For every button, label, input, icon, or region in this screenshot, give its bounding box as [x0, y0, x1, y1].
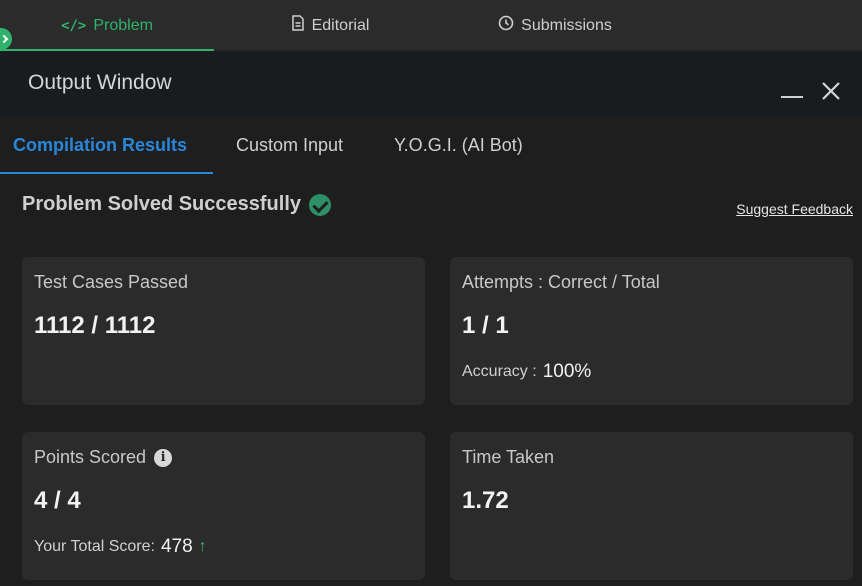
- arrow-up-icon: ↑: [198, 538, 207, 555]
- attempts-label: Attempts : Correct / Total: [462, 272, 660, 292]
- accuracy-row: Accuracy : 100%: [462, 361, 591, 383]
- minimize-icon[interactable]: [781, 96, 803, 98]
- accuracy-value: 100%: [542, 361, 592, 382]
- accuracy-label: Accuracy :: [462, 363, 537, 380]
- tab-problem[interactable]: </> Problem: [0, 0, 214, 51]
- tab-editorial[interactable]: Editorial: [260, 0, 400, 51]
- tab-compilation-results[interactable]: Compilation Results: [0, 116, 213, 174]
- time-card: Time Taken 1.72: [450, 432, 853, 580]
- output-window-title: Output Window: [28, 71, 172, 94]
- suggest-feedback-link[interactable]: Suggest Feedback: [736, 201, 853, 217]
- result-status-text: Problem Solved Successfully: [22, 193, 301, 215]
- document-icon: [291, 15, 305, 36]
- clock-icon: [498, 15, 514, 36]
- points-label-row: Points Scored i: [34, 447, 173, 468]
- result-status: Problem Solved Successfully: [22, 193, 331, 216]
- output-window-header: Output Window: [0, 52, 862, 116]
- points-value: 4 / 4: [34, 487, 81, 514]
- test-cases-value: 1112 / 1112: [34, 312, 156, 339]
- test-cases-label: Test Cases Passed: [34, 272, 189, 292]
- tab-submissions-label: Submissions: [521, 16, 612, 34]
- time-value: 1.72: [462, 487, 509, 514]
- result-tabs: Compilation Results Custom Input Y.O.G.I…: [0, 116, 862, 174]
- info-icon[interactable]: i: [154, 448, 173, 467]
- total-score-value: 478: [160, 536, 193, 557]
- attempts-card: Attempts : Correct / Total 1 / 1 Accurac…: [450, 257, 853, 405]
- tab-submissions[interactable]: Submissions: [480, 0, 630, 51]
- tab-problem-label: Problem: [93, 16, 153, 34]
- code-icon: </>: [61, 17, 87, 34]
- points-label: Points Scored: [34, 447, 147, 467]
- points-card: Points Scored i 4 / 4 Your Total Score: …: [22, 432, 425, 580]
- attempts-value: 1 / 1: [462, 312, 509, 339]
- test-cases-card: Test Cases Passed 1112 / 1112: [22, 257, 425, 405]
- top-tabs: </> Problem Editorial Submissions: [0, 0, 862, 51]
- total-score-label: Your Total Score:: [34, 538, 155, 555]
- tab-yogi-ai-bot[interactable]: Y.O.G.I. (AI Bot): [394, 116, 523, 174]
- close-icon[interactable]: [819, 79, 843, 103]
- check-circle-icon: [309, 193, 331, 216]
- tab-editorial-label: Editorial: [311, 16, 370, 34]
- total-score-row: Your Total Score: 478 ↑: [34, 536, 207, 558]
- tab-custom-input[interactable]: Custom Input: [236, 116, 343, 174]
- time-label: Time Taken: [462, 447, 555, 467]
